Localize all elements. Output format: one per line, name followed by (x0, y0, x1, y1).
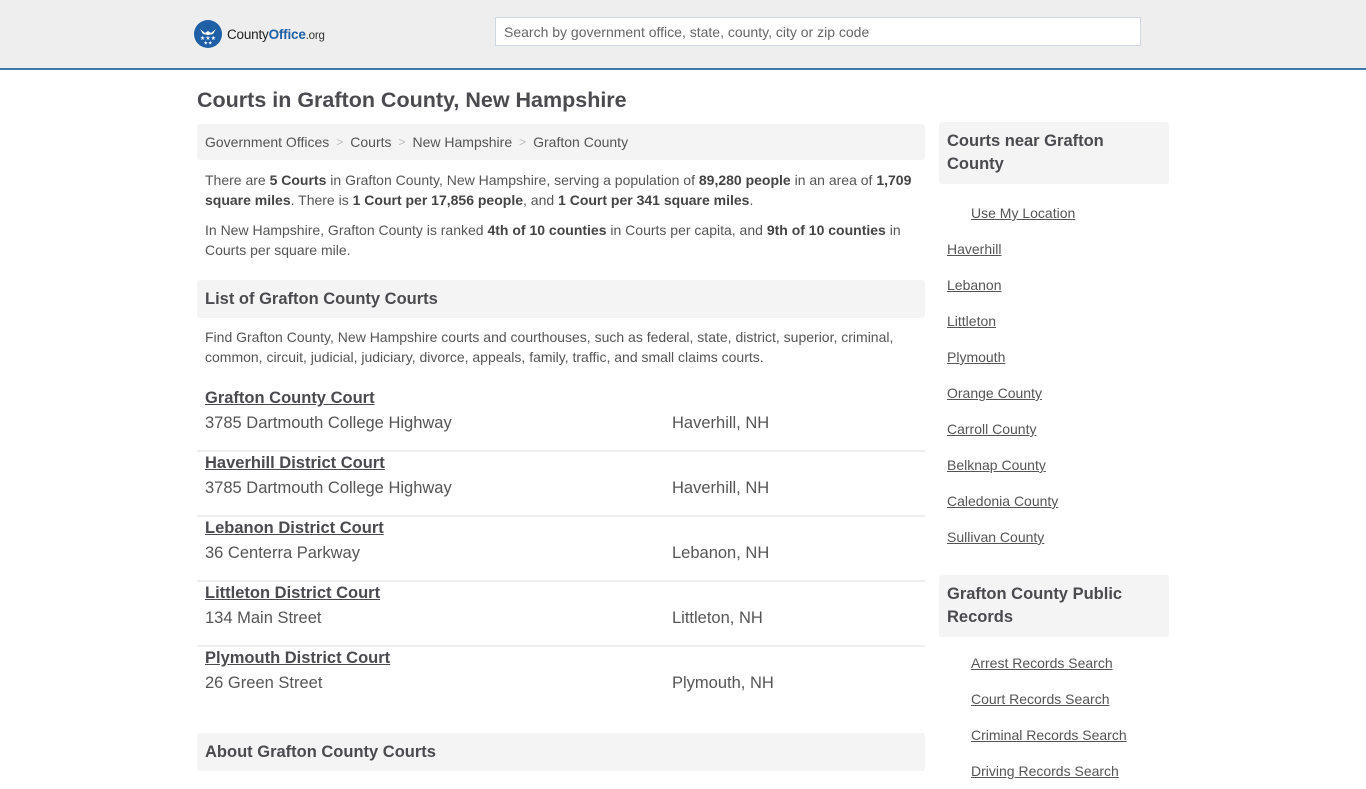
list-item: Carroll County (939, 411, 1169, 447)
arrest-records-link[interactable]: Arrest Records Search (971, 655, 1113, 671)
sidebar: Courts near Grafton County Use My Locati… (939, 122, 1169, 789)
court-city: Haverhill, NH (672, 479, 770, 497)
court-list-item: Lebanon District Court 36 Centerra Parkw… (197, 517, 925, 582)
public-records-list: Arrest Records Search Court Records Sear… (939, 645, 1169, 789)
court-records-link[interactable]: Court Records Search (971, 691, 1110, 707)
public-records-heading: Grafton County Public Records (939, 575, 1169, 637)
court-city: Haverhill, NH (672, 414, 770, 432)
breadcrumb-courts[interactable]: Courts (350, 134, 391, 150)
court-address: 26 Green Street (205, 674, 323, 692)
svg-text:★★: ★★ (204, 41, 213, 46)
breadcrumb-separator: > (336, 135, 344, 149)
ranking-paragraph: In New Hampshire, Grafton County is rank… (205, 222, 901, 258)
court-address: 134 Main Street (205, 609, 322, 627)
logo-wordmark: CountyOffice.org (227, 26, 325, 42)
list-item: Orange County (939, 375, 1169, 411)
use-my-location-link[interactable]: Use My Location (971, 205, 1075, 221)
nearby-link-carroll-county[interactable]: Carroll County (947, 421, 1036, 437)
court-name-link[interactable]: Littleton District Court (205, 584, 380, 603)
courts-near-heading: Courts near Grafton County (939, 122, 1169, 184)
court-list: Grafton County Court 3785 Dartmouth Coll… (197, 387, 925, 712)
court-name-link[interactable]: Grafton County Court (205, 389, 375, 408)
court-list-item: Grafton County Court 3785 Dartmouth Coll… (197, 387, 925, 452)
court-list-item: Haverhill District Court 3785 Dartmouth … (197, 452, 925, 517)
list-item: Plymouth (939, 339, 1169, 375)
breadcrumb-grafton-county[interactable]: Grafton County (533, 134, 628, 150)
breadcrumb: Government Offices > Courts > New Hampsh… (197, 124, 925, 160)
breadcrumb-government-offices[interactable]: Government Offices (205, 134, 329, 150)
court-name-link[interactable]: Haverhill District Court (205, 454, 385, 473)
list-item: Driving Records Search (939, 753, 1169, 789)
criminal-records-link[interactable]: Criminal Records Search (971, 727, 1127, 743)
court-name-link[interactable]: Plymouth District Court (205, 649, 390, 668)
about-courts-heading: About Grafton County Courts (197, 733, 925, 771)
court-list-item: Littleton District Court 134 Main Street… (197, 582, 925, 647)
page-title: Courts in Grafton County, New Hampshire (197, 88, 627, 112)
breadcrumb-new-hampshire[interactable]: New Hampshire (413, 134, 513, 150)
site-logo[interactable]: ★★★ ★★ CountyOffice.org (194, 20, 325, 48)
list-item: Use My Location (939, 195, 1169, 231)
nearby-link-haverhill[interactable]: Haverhill (947, 241, 1001, 257)
list-item: Court Records Search (939, 681, 1169, 717)
search-input[interactable] (495, 17, 1141, 46)
court-list-heading: List of Grafton County Courts (197, 280, 925, 318)
court-name-link[interactable]: Lebanon District Court (205, 519, 384, 538)
list-item: Littleton (939, 303, 1169, 339)
court-address: 3785 Dartmouth College Highway (205, 414, 452, 432)
court-list-description: Find Grafton County, New Hampshire court… (205, 329, 894, 365)
nearby-link-lebanon[interactable]: Lebanon (947, 277, 1002, 293)
breadcrumb-separator: > (519, 135, 527, 149)
nearby-link-caledonia-county[interactable]: Caledonia County (947, 493, 1058, 509)
intro-summary: There are 5 Courts in Grafton County, Ne… (197, 170, 925, 260)
court-city: Plymouth, NH (672, 674, 774, 692)
list-item: Criminal Records Search (939, 717, 1169, 753)
stats-paragraph: There are 5 Courts in Grafton County, Ne… (205, 172, 912, 208)
breadcrumb-separator: > (398, 135, 406, 149)
main-content: Government Offices > Courts > New Hampsh… (197, 124, 925, 712)
list-item: Caledonia County (939, 483, 1169, 519)
driving-records-link[interactable]: Driving Records Search (971, 763, 1119, 779)
list-item: Haverhill (939, 231, 1169, 267)
eagle-stars-icon: ★★★ ★★ (194, 20, 222, 48)
nearby-link-plymouth[interactable]: Plymouth (947, 349, 1005, 365)
list-item: Sullivan County (939, 519, 1169, 555)
court-city: Littleton, NH (672, 609, 763, 627)
list-item: Arrest Records Search (939, 645, 1169, 681)
court-list-item: Plymouth District Court 26 Green Street … (197, 647, 925, 712)
nearby-link-sullivan-county[interactable]: Sullivan County (947, 529, 1044, 545)
site-header: ★★★ ★★ CountyOffice.org (0, 0, 1366, 70)
court-address: 3785 Dartmouth College Highway (205, 479, 452, 497)
courts-near-list: Use My Location Haverhill Lebanon Little… (939, 195, 1169, 555)
nearby-link-orange-county[interactable]: Orange County (947, 385, 1042, 401)
list-item: Lebanon (939, 267, 1169, 303)
court-address: 36 Centerra Parkway (205, 544, 360, 562)
nearby-link-belknap-county[interactable]: Belknap County (947, 457, 1046, 473)
list-item: Belknap County (939, 447, 1169, 483)
nearby-link-littleton[interactable]: Littleton (947, 313, 996, 329)
court-city: Lebanon, NH (672, 544, 770, 562)
